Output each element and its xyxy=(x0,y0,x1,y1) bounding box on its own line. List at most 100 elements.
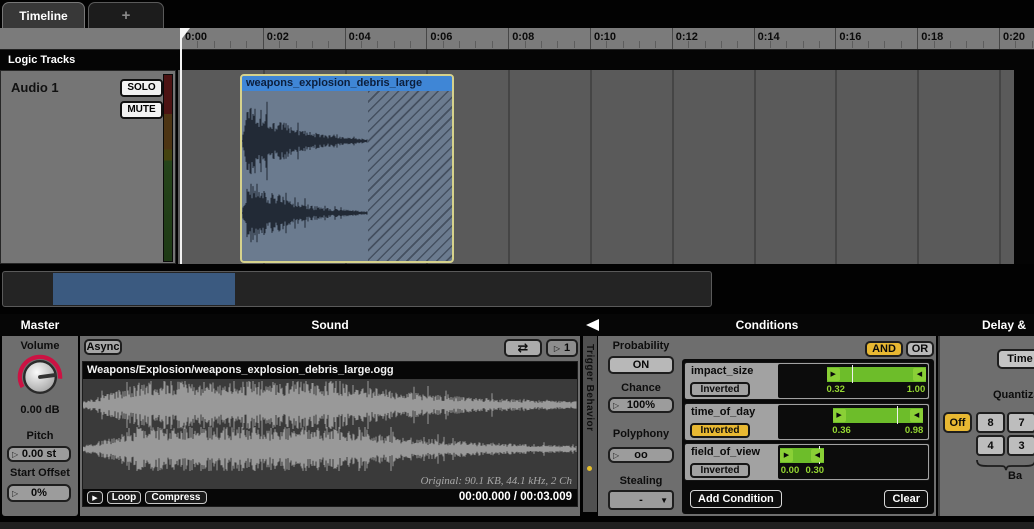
slider-min-handle[interactable]: ▶ xyxy=(780,449,793,462)
chance-spinner[interactable]: ▷ 100% xyxy=(608,397,674,413)
slider-min-value: 0.00 xyxy=(781,465,800,476)
and-button[interactable]: AND xyxy=(865,341,903,357)
inverted-button[interactable]: Inverted xyxy=(690,423,750,438)
timeline-ruler[interactable]: 0:000:020:040:060:080:100:120:140:160:18… xyxy=(0,28,1034,50)
stealing-dropdown[interactable]: - ▼ xyxy=(608,490,674,510)
ruler-minor-tick xyxy=(557,41,558,48)
condition-row[interactable]: time_of_day Inverted ▶ ◀ 0.36 0.98 xyxy=(684,403,930,441)
bars-label: Ba xyxy=(1008,470,1034,482)
ruler-minor-tick xyxy=(623,41,624,48)
ruler-minor-tick xyxy=(214,41,215,48)
ruler-major-tick xyxy=(590,28,591,50)
stealing-label: Stealing xyxy=(600,475,682,487)
spinner-play-icon: ▷ xyxy=(613,451,619,460)
playhead-line[interactable] xyxy=(180,28,182,264)
repeat-icon: ⇄ xyxy=(518,340,529,356)
play-count-spinner[interactable]: ▷ 1 xyxy=(546,339,578,357)
logic-tracks-bar: Logic Tracks xyxy=(0,50,1034,70)
async-button[interactable]: Async xyxy=(84,339,122,355)
tab-timeline[interactable]: Timeline xyxy=(2,2,85,28)
sound-panel: Async ⇄ ▷ 1 Weapons/Explosion/weapons_ex… xyxy=(80,336,580,516)
condition-range-slider[interactable]: ▶ ◀ 0.36 0.98 xyxy=(778,405,928,439)
master-panel: Volume 0.00 dB Pitch ▷ 0.00 st Start Off… xyxy=(2,336,78,516)
bottom-panel-header: Master Sound Conditions Delay & xyxy=(0,314,1034,336)
ruler-minor-tick xyxy=(410,41,411,48)
ruler-minor-tick xyxy=(197,41,198,48)
timeline-overview-scrollbar[interactable] xyxy=(2,271,712,307)
quantize-8-button[interactable]: 8 xyxy=(976,412,1005,433)
polyphony-spinner[interactable]: ▷ oo xyxy=(608,447,674,463)
condition-row[interactable]: field_of_view Inverted ▶ ◀ 0.00 0.30 xyxy=(684,443,930,481)
slider-max-value: 0.30 xyxy=(806,465,825,476)
ruler-minor-tick xyxy=(884,41,885,48)
volume-knob[interactable] xyxy=(17,354,63,400)
slider-min-value: 0.36 xyxy=(832,425,851,436)
slider-min-handle[interactable]: ▶ xyxy=(827,368,840,381)
ruler-minor-tick xyxy=(786,41,787,48)
ruler-minor-tick xyxy=(819,41,820,48)
add-condition-button[interactable]: Add Condition xyxy=(690,490,782,508)
slider-max-handle[interactable]: ◀ xyxy=(811,449,824,462)
ruler-time-label: 0:12 xyxy=(676,31,698,43)
mute-button[interactable]: MUTE xyxy=(120,101,163,119)
time-button[interactable]: Time xyxy=(997,349,1034,369)
sound-transport-bar: ▶ Loop Compress 00:00.000 / 00:03.009 xyxy=(83,489,577,506)
probability-on-button[interactable]: ON xyxy=(608,356,674,374)
slider-range-fill[interactable] xyxy=(827,367,926,382)
ruler-time-label: 0:08 xyxy=(512,31,534,43)
chevron-down-icon: ▼ xyxy=(660,496,668,505)
condition-range-slider[interactable]: ▶ ◀ 0.32 1.00 xyxy=(778,364,928,398)
trigger-indicator-dot xyxy=(587,466,592,471)
overview-viewport-handle[interactable] xyxy=(53,273,235,305)
repeat-icon-button[interactable]: ⇄ xyxy=(504,339,542,357)
start-offset-spinner[interactable]: ▷ 0% xyxy=(7,484,71,502)
ruler-major-tick xyxy=(263,28,264,50)
quantize-3-button[interactable]: 3 xyxy=(1007,435,1034,456)
ruler-minor-tick xyxy=(1015,41,1016,48)
lane-grid-line xyxy=(508,70,510,264)
condition-row[interactable]: impact_size Inverted ▶ ◀ 0.32 1.00 xyxy=(684,362,930,400)
add-tab-button[interactable]: + xyxy=(88,2,164,28)
window-bottom-strip xyxy=(0,522,1034,529)
audio-clip-title[interactable]: weapons_explosion_debris_large xyxy=(242,76,452,91)
ruler-minor-tick xyxy=(525,41,526,48)
quantize-7-button[interactable]: 7 xyxy=(1007,412,1034,433)
track-row: Audio 1 SOLO MUTE 0.0 dB weapons_explosi… xyxy=(0,70,1034,264)
inverted-button[interactable]: Inverted xyxy=(690,463,750,478)
ruler-minor-tick xyxy=(983,41,984,48)
quantize-off-button[interactable]: Off xyxy=(943,412,972,433)
play-count-value: 1 xyxy=(564,342,570,354)
ruler-time-label: 0:06 xyxy=(430,31,452,43)
lane-grid-line xyxy=(672,70,674,264)
or-button[interactable]: OR xyxy=(906,341,934,357)
sound-waveform xyxy=(83,379,577,474)
track-scroll-gutter xyxy=(1014,70,1034,264)
quantize-4-button[interactable]: 4 xyxy=(976,435,1005,456)
track-lane[interactable]: weapons_explosion_debris_large xyxy=(178,70,1014,264)
slider-max-value: 0.98 xyxy=(905,425,924,436)
solo-button[interactable]: SOLO xyxy=(120,79,163,97)
original-file-info: Original: 90.1 KB, 44.1 kHz, 2 Ch xyxy=(420,475,572,487)
ruler-time-label: 0:20 xyxy=(1003,31,1025,43)
slider-max-handle[interactable]: ◀ xyxy=(913,368,926,381)
inverted-button[interactable]: Inverted xyxy=(690,382,750,397)
sound-waveform-box[interactable]: Weapons/Explosion/weapons_explosion_debr… xyxy=(82,361,578,507)
play-button[interactable]: ▶ xyxy=(87,491,103,504)
slider-value-marker xyxy=(897,406,898,424)
pitch-spinner[interactable]: ▷ 0.00 st xyxy=(7,446,71,462)
lane-grid-line xyxy=(917,70,919,264)
clear-button[interactable]: Clear xyxy=(884,490,928,508)
ruler-minor-tick xyxy=(541,41,542,48)
ruler-minor-tick xyxy=(443,41,444,48)
probability-label: Probability xyxy=(600,340,682,352)
ruler-minor-tick xyxy=(377,41,378,48)
lane-grid-line xyxy=(590,70,592,264)
trigger-behavior-strip[interactable]: Trigger Behavior xyxy=(583,336,597,512)
ruler-minor-tick xyxy=(688,41,689,48)
slider-min-handle[interactable]: ▶ xyxy=(833,409,846,422)
loop-button[interactable]: Loop xyxy=(107,491,141,504)
compress-button[interactable]: Compress xyxy=(145,491,207,504)
audio-clip[interactable]: weapons_explosion_debris_large xyxy=(240,74,454,263)
slider-max-handle[interactable]: ◀ xyxy=(910,409,923,422)
condition-range-slider[interactable]: ▶ ◀ 0.00 0.30 xyxy=(778,445,928,479)
